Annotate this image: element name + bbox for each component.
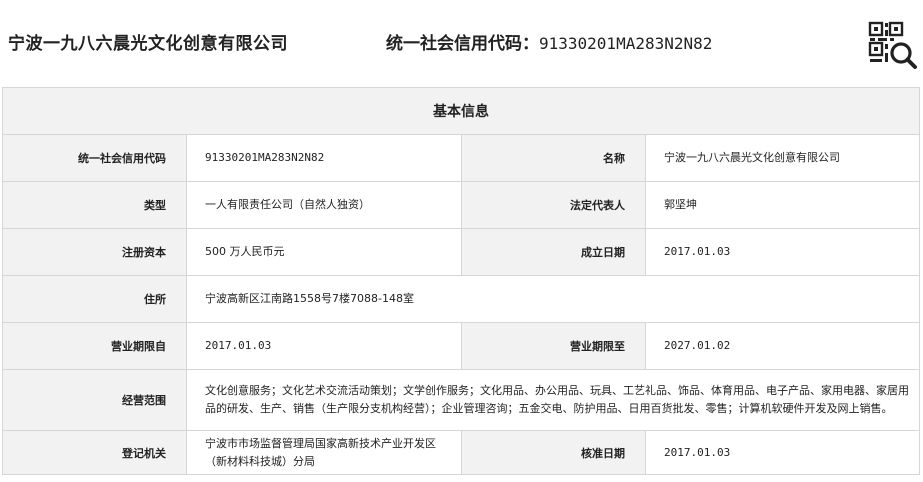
table-row: 注册资本 500 万人民币元 成立日期 2017.01.03 — [2, 228, 920, 276]
value-address: 宁波高新区江南路1558号7楼7088-148室 — [186, 275, 920, 323]
label-registration-authority: 登记机关 — [2, 430, 187, 475]
label-legal-rep: 法定代表人 — [461, 181, 646, 229]
value-legal-rep: 郭坚坤 — [645, 181, 920, 229]
value-business-scope: 文化创意服务；文化艺术交流活动策划；文学创作服务；文化用品、办公用品、玩具、工艺… — [186, 369, 920, 431]
table-row: 类型 一人有限责任公司（自然人独资） 法定代表人 郭坚坤 — [2, 181, 920, 229]
label-approval-date: 核准日期 — [461, 430, 646, 475]
label-name: 名称 — [461, 134, 646, 182]
credit-code-line: 统一社会信用代码：91330201MA283N2N82 — [386, 29, 712, 54]
label-term-from: 营业期限自 — [2, 322, 187, 370]
value-reg-capital: 500 万人民币元 — [186, 228, 462, 276]
value-term-to: 2027.01.02 — [645, 322, 920, 370]
page-header: 宁波一九八六晨光文化创意有限公司 统一社会信用代码：91330201MA283N… — [0, 0, 923, 85]
value-term-from: 2017.01.03 — [186, 322, 462, 370]
label-reg-capital: 注册资本 — [2, 228, 187, 276]
credit-code-value: 91330201MA283N2N82 — [539, 34, 713, 53]
table-row: 营业期限自 2017.01.03 营业期限至 2027.01.02 — [2, 322, 920, 370]
basic-info-table: 基本信息 统一社会信用代码 91330201MA283N2N82 名称 宁波一九… — [2, 87, 920, 475]
table-row: 经营范围 文化创意服务；文化艺术交流活动策划；文学创作服务；文化用品、办公用品、… — [2, 369, 920, 431]
credit-code-label: 统一社会信用代码： — [386, 34, 539, 54]
table-caption: 基本信息 — [2, 87, 920, 135]
label-address: 住所 — [2, 275, 187, 323]
value-name: 宁波一九八六晨光文化创意有限公司 — [645, 134, 920, 182]
label-credit-code: 统一社会信用代码 — [2, 134, 187, 182]
value-registration-authority: 宁波市市场监督管理局国家高新技术产业开发区（新材料科技城）分局 — [186, 430, 462, 475]
value-founded-date: 2017.01.03 — [645, 228, 920, 276]
label-term-to: 营业期限至 — [461, 322, 646, 370]
table-row: 登记机关 宁波市市场监督管理局国家高新技术产业开发区（新材料科技城）分局 核准日… — [2, 430, 920, 475]
value-credit-code: 91330201MA283N2N82 — [186, 134, 462, 182]
qr-code-search-icon[interactable] — [866, 19, 918, 71]
table-row: 住所 宁波高新区江南路1558号7楼7088-148室 — [2, 275, 920, 323]
value-type: 一人有限责任公司（自然人独资） — [186, 181, 462, 229]
company-name: 宁波一九八六晨光文化创意有限公司 — [8, 34, 288, 54]
label-type: 类型 — [2, 181, 187, 229]
label-founded-date: 成立日期 — [461, 228, 646, 276]
table-row: 统一社会信用代码 91330201MA283N2N82 名称 宁波一九八六晨光文… — [2, 134, 920, 182]
table-caption-row: 基本信息 — [2, 87, 920, 135]
label-business-scope: 经营范围 — [2, 369, 187, 431]
value-approval-date: 2017.01.03 — [645, 430, 920, 475]
